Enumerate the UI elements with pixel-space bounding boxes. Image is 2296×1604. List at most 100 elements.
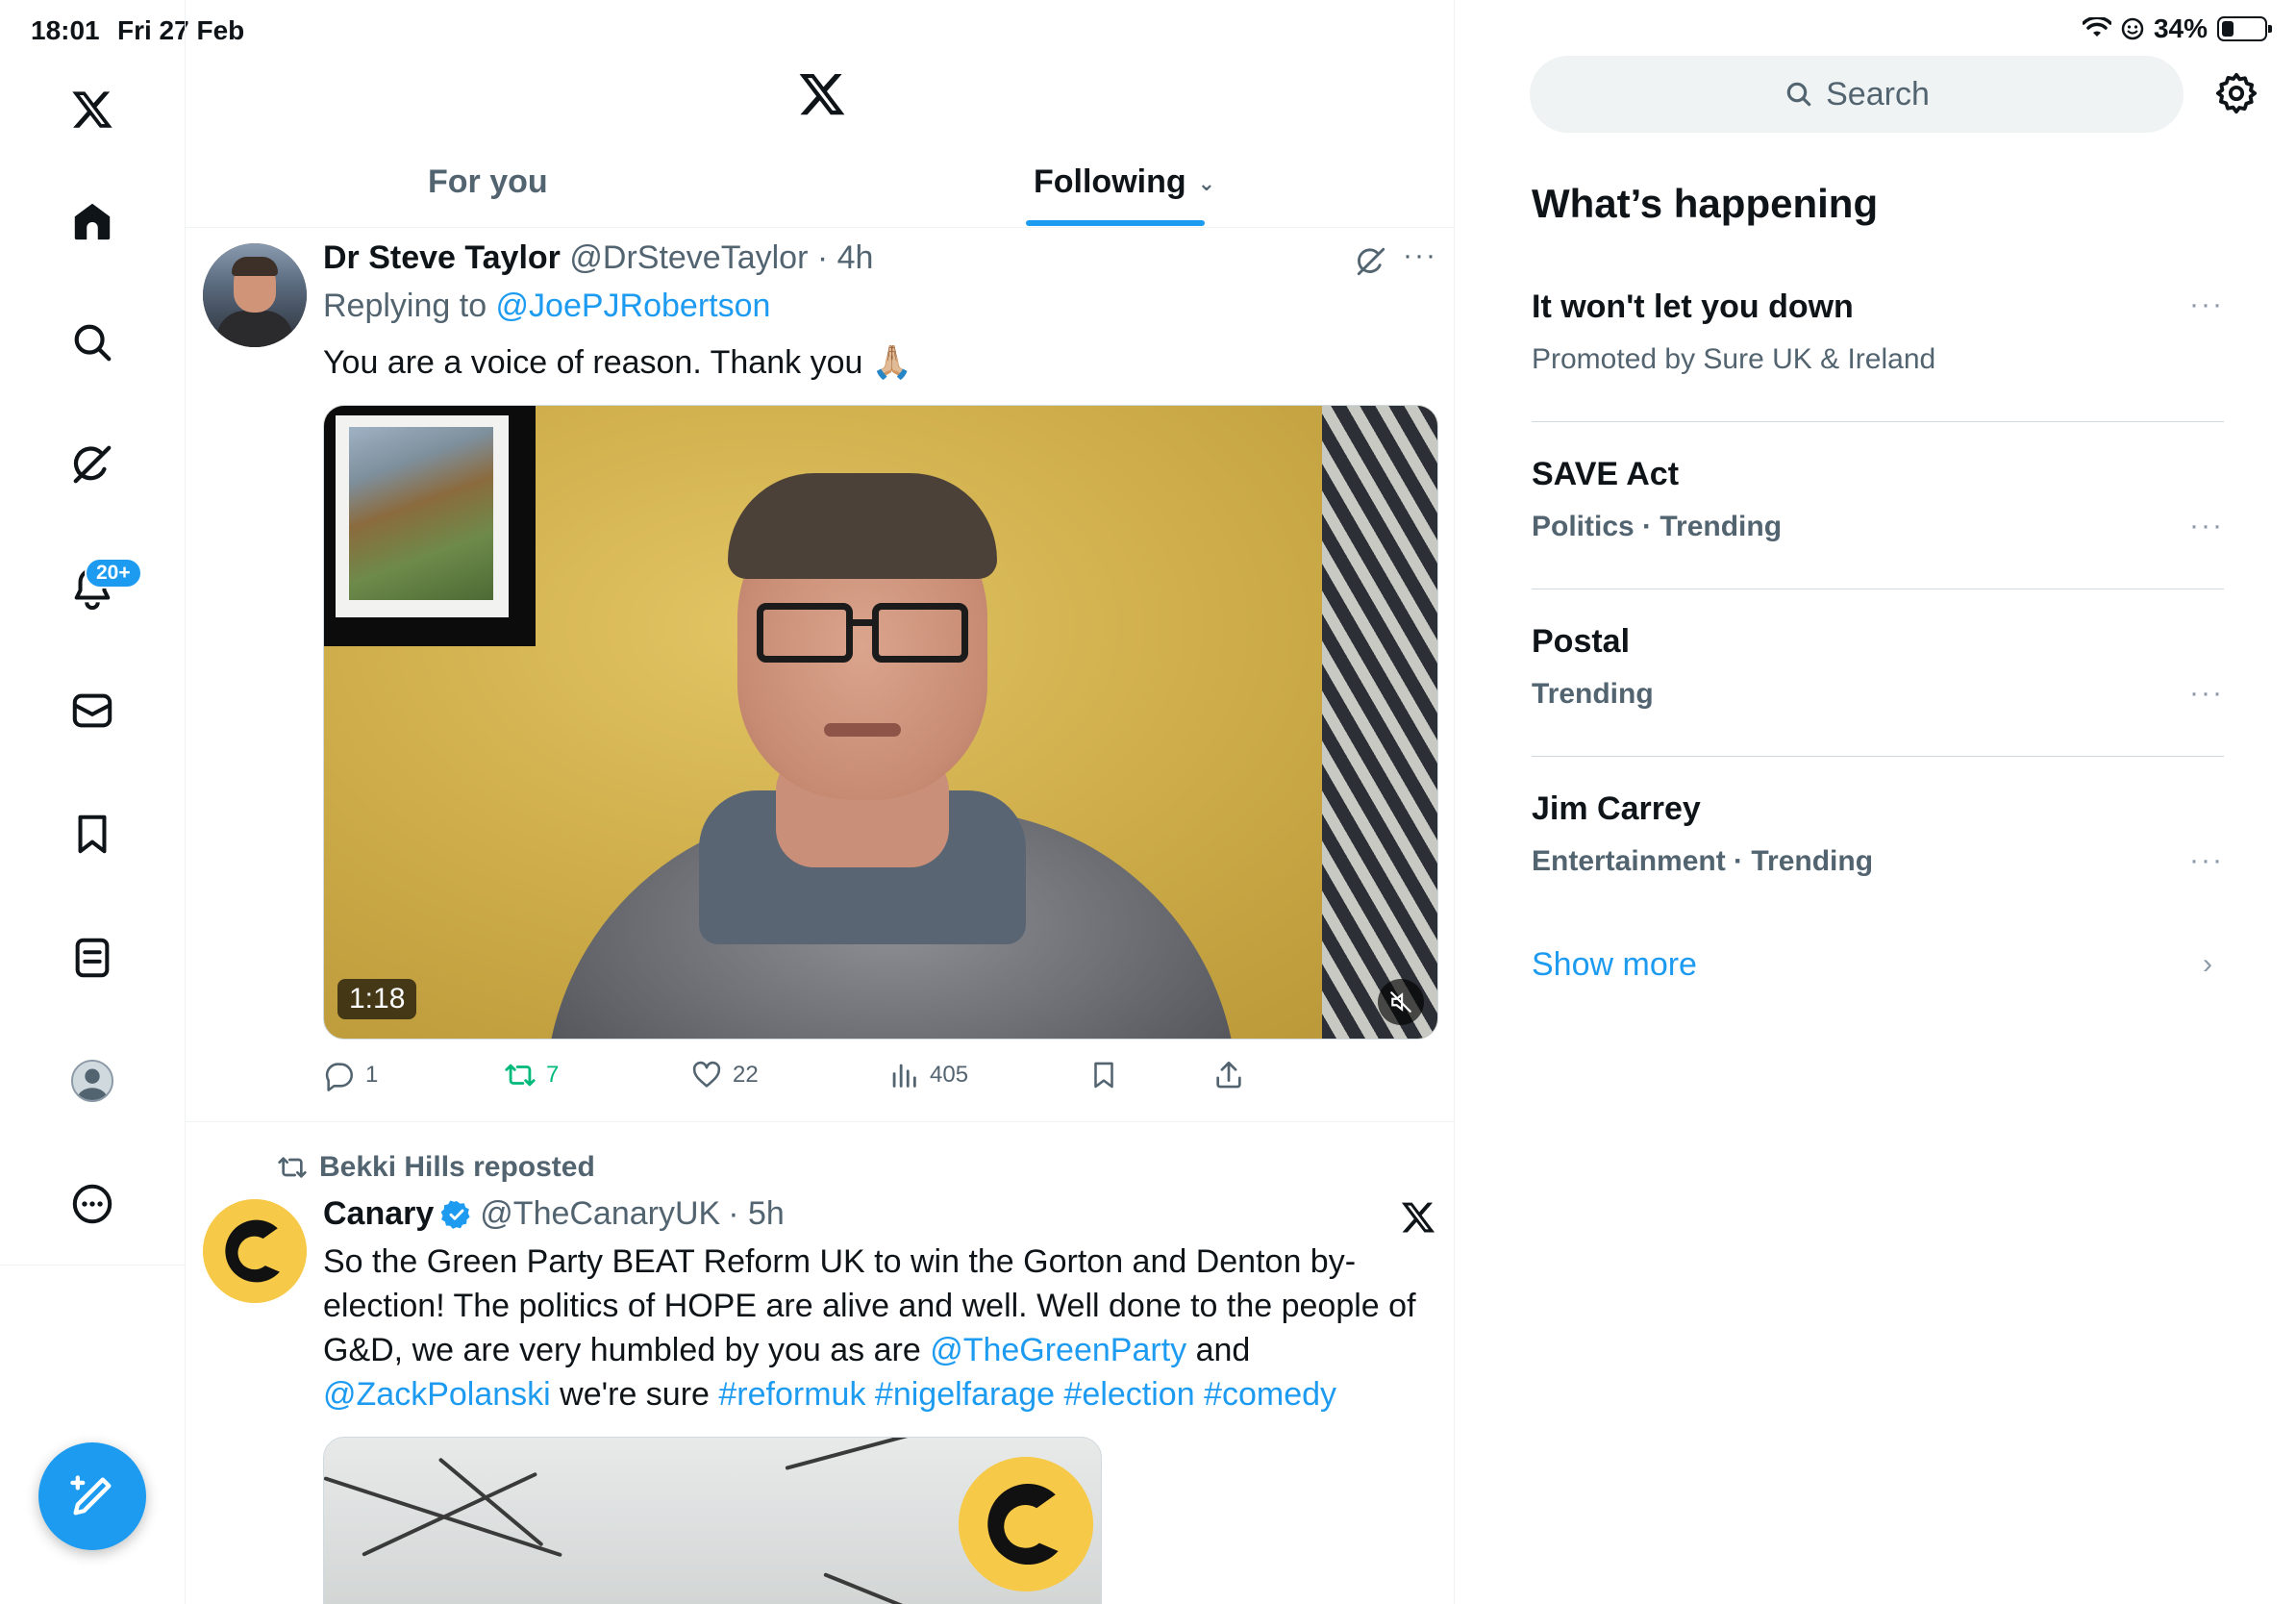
- more-circle-icon[interactable]: [67, 1179, 117, 1229]
- tweet-author-handle[interactable]: @DrSteveTaylor: [569, 239, 808, 276]
- trend-divider: [1532, 756, 2224, 757]
- tweet-text-part: and: [1186, 1332, 1251, 1368]
- trend-subtitle: Trending: [1532, 678, 1654, 710]
- tweet-media[interactable]: [323, 1437, 1102, 1604]
- hashtag-link[interactable]: #reformuk: [718, 1376, 865, 1413]
- mention-link[interactable]: @TheGreenParty: [930, 1332, 1186, 1368]
- views-chart-icon: [892, 1064, 916, 1088]
- repost-icon: [505, 1064, 536, 1087]
- notifications-badge: 20+: [85, 558, 142, 589]
- muted-speaker-icon: [1390, 991, 1411, 1013]
- views-button[interactable]: 405: [887, 1059, 968, 1091]
- messages-icon[interactable]: [67, 686, 117, 736]
- trend-title: Postal: [1532, 623, 1631, 660]
- tweet-time: · 4h: [816, 239, 874, 276]
- trend-more-icon[interactable]: ···: [2189, 844, 2224, 877]
- trend-subtitle: Promoted by Sure UK & Ireland: [1532, 343, 1936, 375]
- reply-icon: [325, 1063, 353, 1091]
- tweet-header: Canary @TheCanaryUK · 5h: [323, 1195, 785, 1233]
- tweet-author-name[interactable]: Canary: [323, 1195, 434, 1233]
- mute-button[interactable]: [1378, 979, 1424, 1025]
- home-icon[interactable]: [67, 196, 117, 246]
- lists-icon[interactable]: [67, 933, 117, 983]
- main-timeline: For you Following ⌄ Dr Steve Taylor @DrSt…: [186, 0, 1455, 1604]
- chevron-down-icon: ⌄: [1197, 171, 1216, 196]
- heart-icon: [692, 1061, 721, 1088]
- views-count: 405: [930, 1062, 969, 1088]
- nav-divider: [0, 1265, 186, 1266]
- tab-following[interactable]: Following ⌄: [1034, 163, 1215, 201]
- trend-item[interactable]: SAVE Act Politics · Trending ···: [1532, 456, 2224, 543]
- tweet-author-name[interactable]: Dr Steve Taylor: [323, 239, 561, 276]
- x-logo-icon[interactable]: [1400, 1199, 1436, 1236]
- reply-button[interactable]: 1: [323, 1059, 378, 1091]
- share-icon: [1216, 1061, 1241, 1089]
- trend-item[interactable]: Postal Trending ···: [1532, 623, 2224, 711]
- x-header-logo-icon[interactable]: [797, 69, 847, 119]
- verified-badge-icon: [441, 1199, 470, 1229]
- compose-feather-icon: [70, 1475, 112, 1516]
- bookmark-button[interactable]: [1087, 1059, 1120, 1091]
- repost-button[interactable]: 7: [504, 1059, 559, 1091]
- search-icon[interactable]: [67, 317, 117, 367]
- whats-happening-title: What’s happening: [1532, 181, 1879, 226]
- trend-subtitle: Politics · Trending: [1532, 511, 1783, 542]
- tweet-text: You are a voice of reason. Thank you 🙏🏼: [323, 344, 913, 381]
- search-icon: [1786, 82, 1811, 107]
- trend-title: Jim Carrey: [1532, 790, 1701, 827]
- trend-subtitle: Entertainment · Trending: [1532, 845, 1874, 877]
- avatar[interactable]: [203, 1199, 307, 1303]
- replying-to-prefix: Replying to: [323, 288, 496, 324]
- avatar[interactable]: [203, 243, 307, 347]
- tab-for-you[interactable]: For you: [428, 163, 548, 201]
- settings-gear-icon[interactable]: [2214, 71, 2259, 115]
- tweet-author-handle[interactable]: @TheCanaryUK: [480, 1195, 720, 1233]
- replying-to-handle[interactable]: @JoePJRobertson: [496, 288, 771, 324]
- tweet-video[interactable]: 1:18: [323, 405, 1438, 1040]
- chevron-right-icon: ›: [2203, 948, 2212, 980]
- reply-count: 1: [365, 1062, 379, 1088]
- canary-logo-icon: [203, 1199, 307, 1303]
- hashtag-link[interactable]: #election: [1064, 1376, 1195, 1413]
- tweet-header: Dr Steve Taylor @DrSteveTaylor · 4h: [323, 239, 873, 277]
- left-nav: 20+: [0, 0, 186, 1604]
- share-button[interactable]: [1212, 1059, 1245, 1091]
- like-count: 22: [733, 1062, 759, 1088]
- more-options-icon[interactable]: ···: [1403, 239, 1437, 272]
- search-placeholder: Search: [1826, 75, 1930, 113]
- tab-active-indicator: [1026, 220, 1205, 226]
- right-sidebar: Search What’s happening It won't let you…: [1455, 0, 2296, 1604]
- search-input[interactable]: Search: [1530, 56, 2184, 133]
- trend-more-icon[interactable]: ···: [2189, 510, 2224, 542]
- trend-divider: [1532, 421, 2224, 422]
- like-button[interactable]: 22: [690, 1059, 759, 1091]
- replying-to: Replying to @JoePJRobertson: [323, 288, 770, 325]
- reposted-by[interactable]: Bekki Hills reposted: [277, 1151, 595, 1184]
- mention-link[interactable]: @ZackPolanski: [323, 1376, 551, 1413]
- grok-icon[interactable]: [1355, 245, 1387, 278]
- trend-title: SAVE Act: [1532, 456, 1680, 492]
- grok-icon[interactable]: [67, 439, 117, 489]
- repost-count: 7: [546, 1062, 560, 1088]
- bookmark-icon: [1094, 1062, 1113, 1089]
- show-more-link[interactable]: Show more: [1532, 946, 1697, 984]
- tweet[interactable]: Dr Steve Taylor @DrSteveTaylor · 4h ··· …: [186, 228, 1454, 1122]
- profile-avatar-icon[interactable]: [67, 1056, 117, 1106]
- timeline-tabs: For you Following ⌄: [186, 144, 1454, 228]
- trend-title: It won't let you down: [1532, 288, 1854, 325]
- trend-item[interactable]: It won't let you down Promoted by Sure U…: [1532, 288, 2224, 376]
- tweet[interactable]: Bekki Hills reposted Canary @TheCanaryUK…: [186, 1122, 1454, 1604]
- trend-item[interactable]: Jim Carrey Entertainment · Trending ···: [1532, 790, 2224, 878]
- trend-more-icon[interactable]: ···: [2189, 288, 2224, 321]
- tweet-actions: 1 7 22 405: [323, 1059, 1438, 1103]
- tab-following-label: Following: [1034, 163, 1186, 200]
- hashtag-link[interactable]: #nigelfarage: [875, 1376, 1055, 1413]
- hashtag-link[interactable]: #comedy: [1204, 1376, 1336, 1413]
- compose-button[interactable]: [38, 1442, 146, 1550]
- trend-more-icon[interactable]: ···: [2189, 677, 2224, 710]
- bookmarks-icon[interactable]: [67, 809, 117, 859]
- video-duration: 1:18: [337, 979, 417, 1019]
- repost-icon: [278, 1157, 307, 1178]
- tweet-text: So the Green Party BEAT Reform UK to win…: [323, 1240, 1438, 1416]
- x-logo-icon[interactable]: [67, 85, 117, 135]
